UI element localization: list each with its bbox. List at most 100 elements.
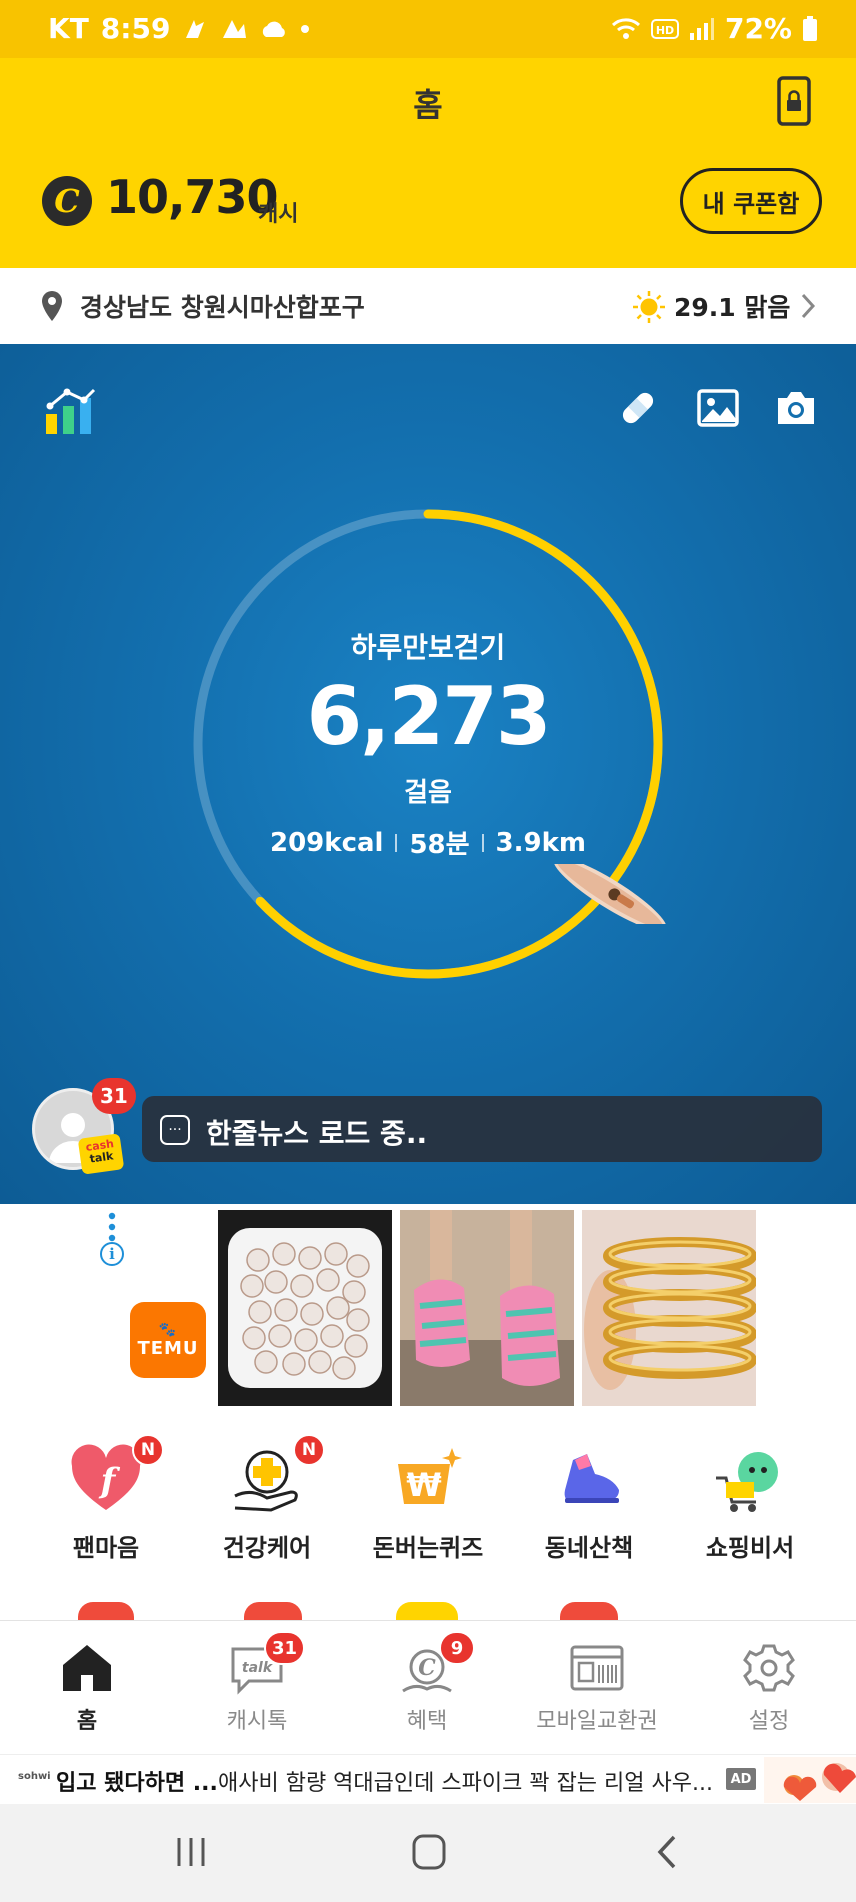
step-count[interactable]: 6,273 [0, 670, 856, 763]
one-line-news-bar[interactable]: ··· 한줄뉴스 로드 중.. [142, 1096, 822, 1162]
ad-options-icon[interactable] [108, 1212, 116, 1242]
ad-info-icon[interactable]: i [100, 1242, 124, 1266]
temu-logo[interactable]: 🐾 TEMU [130, 1302, 206, 1378]
banner-headline: 입고 됐다하면 ... [56, 1771, 218, 1796]
cashtalk-logo-icon: cash talk [77, 1133, 125, 1175]
nav-cashtalk[interactable]: talk 31 캐시톡 [172, 1631, 342, 1735]
menu-row2-peek [78, 1602, 134, 1620]
new-badge: N [293, 1434, 325, 1466]
camera-icon[interactable] [774, 386, 818, 430]
step-title: 하루만보걷기 [350, 631, 506, 664]
menu-row2-peek [244, 1602, 302, 1620]
battery-icon [803, 15, 817, 41]
bottom-navigation: 홈 talk 31 캐시톡 C 9 혜택 모바일교환권 설정 [0, 1620, 856, 1754]
battery-percent: 72% [724, 12, 792, 45]
menu-label: 동네산책 [544, 1534, 634, 1562]
benefits-count-badge: 9 [439, 1631, 475, 1665]
weather-text: 29.1 맑음 [674, 293, 791, 322]
image-gallery-icon[interactable] [696, 386, 740, 430]
sneaker-icon [564, 1454, 619, 1503]
menu-fanmaum[interactable]: f N 팬마음 [26, 1434, 186, 1563]
advertiser-logo: sohwi [18, 1771, 51, 1782]
distance-value: 3.9km [495, 827, 586, 858]
page-title: 홈 [413, 86, 443, 124]
nav-label: 홈 [76, 1709, 98, 1734]
calories-value: 209kcal [270, 827, 384, 858]
cashtalk-count-badge: 31 [263, 1631, 305, 1665]
service-menu: f N 팬마음 N 건강케어 ₩ 돈버는퀴즈 동네산책 쇼핑비서 [0, 1412, 856, 1620]
status-bar: KT 8:59 HD 72% [0, 0, 856, 58]
nav-label: 혜택 [406, 1709, 448, 1734]
heart-f-icon: f [71, 1444, 141, 1510]
shopping-cart-icon [716, 1452, 778, 1512]
nav-label: 설정 [748, 1709, 790, 1734]
nav-benefits[interactable]: C 9 혜택 [342, 1631, 512, 1735]
divider [395, 833, 398, 852]
system-navigation-bar [0, 1804, 856, 1902]
banner-ad[interactable]: sohwi 입고 됐다하면 ... 애사비 함량 역대급인데 스파이크 꽉 잡는… [0, 1754, 856, 1804]
menu-label: 팬마음 [72, 1534, 140, 1562]
location-bar[interactable]: 경상남도 창원시마산합포구 29.1 맑음 [0, 268, 856, 344]
dot-icon [301, 24, 310, 33]
won-quiz-icon: ₩ [398, 1448, 462, 1504]
product-beads-image[interactable] [218, 1210, 392, 1406]
minutes-value: 58분 [409, 830, 470, 860]
svg-text:C: C [418, 1655, 436, 1681]
health-cross-hand-icon [234, 1450, 298, 1512]
notification-icon [223, 19, 247, 38]
menu-label: 쇼핑비서 [705, 1534, 795, 1562]
nav-label: 캐시톡 [226, 1709, 288, 1734]
voucher-icon [570, 1645, 624, 1691]
step-counter-panel: 하루만보걷기 6,273 걸음 209kcal 58분 3.9km 31 cas… [0, 344, 856, 1204]
paddleboard-illustration [553, 864, 667, 924]
menu-label: 건강케어 [222, 1534, 312, 1562]
sun-icon [633, 291, 665, 323]
menu-row2-peek [396, 1602, 458, 1620]
step-unit: 걸음 [404, 778, 452, 808]
cloud-icon [263, 21, 286, 37]
app-header: 홈 C 10,730 캐시 내 쿠폰함 [0, 58, 856, 268]
notification-icon [186, 19, 205, 38]
nav-label: 모바일교환권 [536, 1709, 658, 1734]
nav-home[interactable]: 홈 [2, 1641, 172, 1735]
home-icon [63, 1645, 111, 1691]
banner-product-image [764, 1757, 856, 1803]
menu-neighborhood-walk[interactable]: 동네산책 [509, 1444, 669, 1563]
cashtalk-badge: 31 [92, 1078, 136, 1114]
carrier-label: KT [48, 12, 89, 45]
stats-chart-icon[interactable] [44, 384, 98, 436]
back-icon[interactable] [654, 1834, 680, 1870]
ad-label: AD [726, 1768, 756, 1790]
menu-shopping-assistant[interactable]: 쇼핑비서 [670, 1444, 830, 1563]
signal-icon [689, 17, 714, 40]
product-ad-row[interactable]: i 🐾 TEMU [0, 1204, 856, 1412]
menu-money-quiz[interactable]: ₩ 돈버는퀴즈 [348, 1444, 508, 1563]
clock: 8:59 [100, 12, 171, 45]
banner-text: 애사비 함량 역대급인데 스파이크 꽉 잡는 리얼 사우... [218, 1771, 713, 1796]
svg-text:HD: HD [656, 24, 674, 37]
menu-row2-peek [560, 1602, 618, 1620]
wifi-icon [611, 17, 640, 39]
location-pin-icon [42, 291, 62, 321]
my-coupon-button[interactable]: 내 쿠폰함 [680, 168, 822, 234]
band-aid-icon[interactable] [616, 386, 660, 430]
home-button-icon[interactable] [410, 1832, 448, 1872]
menu-healthcare[interactable]: N 건강케어 [187, 1434, 347, 1563]
hd-icon: HD [650, 18, 679, 39]
cash-coin-icon: C [42, 176, 92, 226]
cash-unit-label: 캐시 [258, 202, 299, 227]
divider [481, 833, 484, 852]
more-dots-icon: ··· [160, 1115, 190, 1145]
new-badge: N [132, 1434, 164, 1466]
location-address: 경상남도 창원시마산합포구 [80, 293, 365, 322]
product-bangles-image[interactable] [582, 1210, 756, 1406]
product-shoes-image[interactable] [400, 1210, 574, 1406]
nav-mobile-voucher[interactable]: 모바일교환권 [512, 1641, 682, 1735]
walk-stats: 209kcal 58분 3.9km [0, 824, 856, 861]
recent-apps-icon[interactable] [174, 1834, 208, 1870]
nav-settings[interactable]: 설정 [684, 1641, 854, 1735]
lockscreen-phone-icon[interactable] [776, 76, 812, 126]
cash-balance[interactable]: 10,730 [106, 170, 279, 224]
svg-text:talk: talk [242, 1660, 274, 1676]
gear-icon [743, 1644, 795, 1692]
